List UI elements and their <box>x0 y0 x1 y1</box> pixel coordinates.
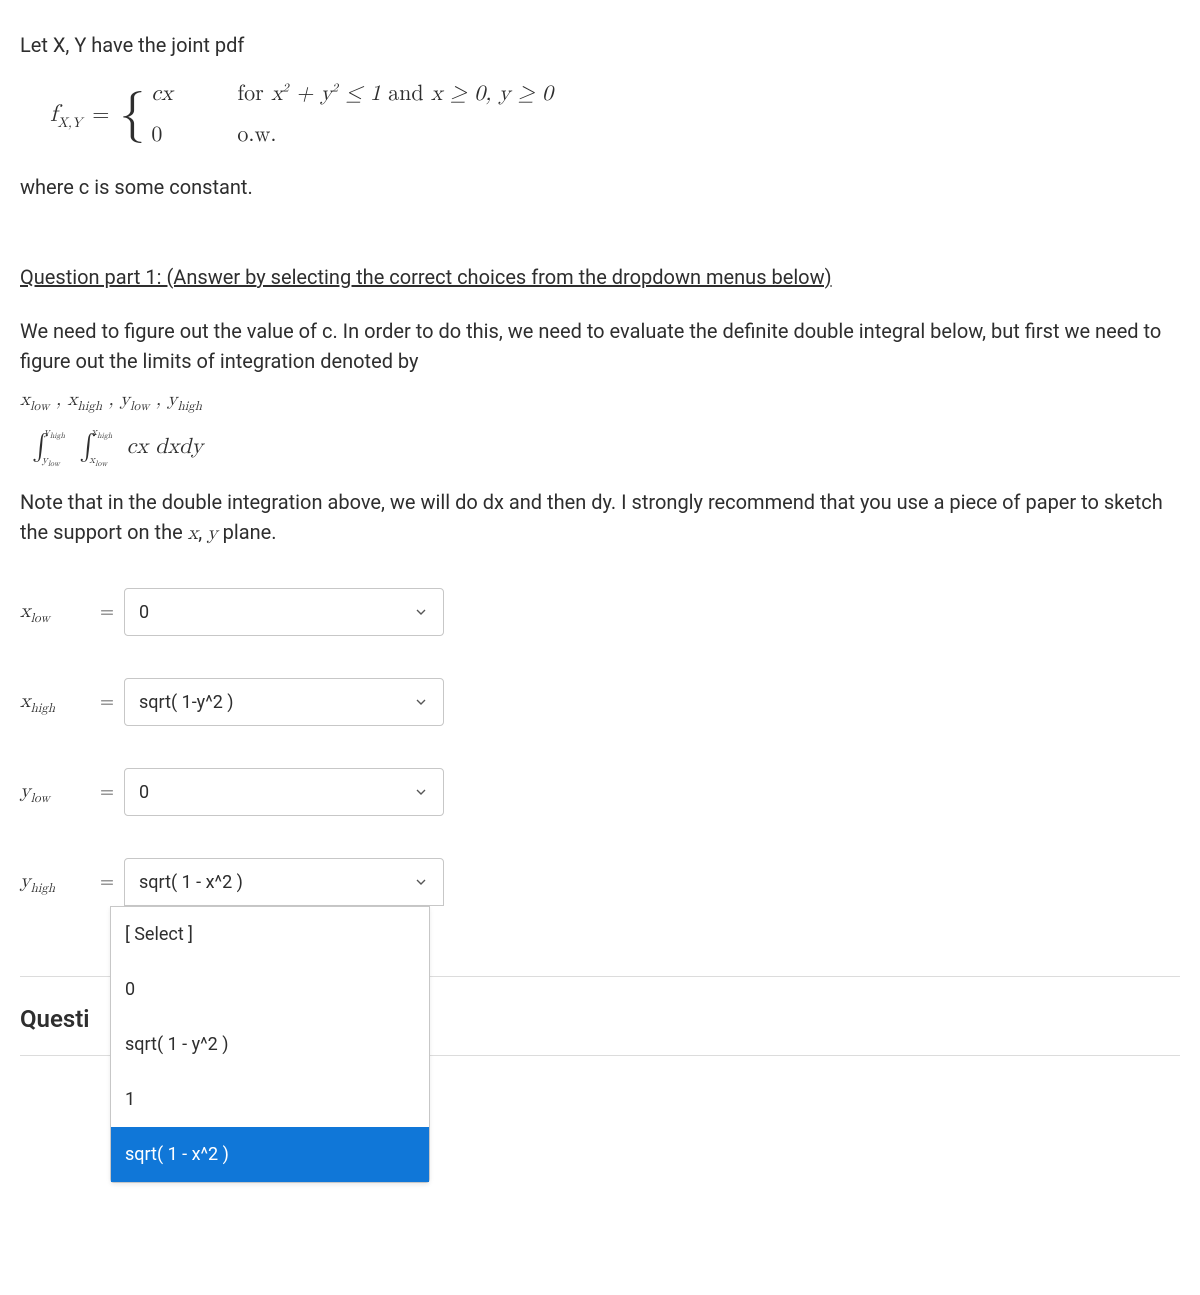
formula-lhs-sub: X,Y <box>57 116 82 130</box>
dropdown-option-1[interactable]: 1 <box>111 1072 429 1127</box>
chevron-down-icon <box>413 784 429 800</box>
integral-expression: ∫ yhigh ylow ∫ xhigh xlow cx dxdy <box>32 428 1180 467</box>
xlow-row: xlow = 0 <box>20 588 1180 636</box>
integration-vars: xlow , xhigh , ylow , yhigh <box>20 386 1180 416</box>
case2-left: 0 <box>151 119 207 152</box>
chevron-down-icon <box>413 874 429 890</box>
ylow-row: ylow = 0 <box>20 768 1180 816</box>
integrand: cx dxdy <box>127 431 203 464</box>
case2-right: o.w. <box>237 119 276 152</box>
dropdown-option-sqrt1y2[interactable]: sqrt( 1 - y^2 ) <box>111 1017 429 1072</box>
chevron-down-icon <box>413 694 429 710</box>
xhigh-dropdown-value: sqrt( 1-y^2 ) <box>139 689 234 716</box>
intro-text: Let X, Y have the joint pdf <box>20 30 1180 60</box>
dropdown-option-0[interactable]: 0 <box>111 962 429 1017</box>
yhigh-row: yhigh = sqrt( 1 - x^2 ) [ Select ] 0 sqr… <box>20 858 1180 906</box>
yhigh-dropdown-value: sqrt( 1 - x^2 ) <box>139 869 243 896</box>
case1-prefix: for <box>237 83 271 105</box>
xlow-dropdown-value: 0 <box>139 599 149 626</box>
xlow-dropdown[interactable]: 0 <box>124 588 444 636</box>
ylow-dropdown[interactable]: 0 <box>124 768 444 816</box>
xhigh-dropdown[interactable]: sqrt( 1-y^2 ) <box>124 678 444 726</box>
question-part-1-heading: Question part 1: (Answer by selecting th… <box>20 262 1180 292</box>
dropdown-option-placeholder[interactable]: [ Select ] <box>111 907 429 962</box>
note-paragraph: Note that in the double integration abov… <box>20 487 1180 548</box>
paragraph-1: We need to figure out the value of c. In… <box>20 316 1180 376</box>
yhigh-dropdown-list: [ Select ] 0 sqrt( 1 - y^2 ) 1 sqrt( 1 -… <box>110 906 430 1183</box>
yhigh-dropdown[interactable]: sqrt( 1 - x^2 ) <box>124 858 444 906</box>
xhigh-row: xhigh = sqrt( 1-y^2 ) <box>20 678 1180 726</box>
chevron-down-icon <box>413 604 429 620</box>
case1-left: cx <box>151 78 207 111</box>
where-text: where c is some constant. <box>20 172 1180 202</box>
dropdown-option-sqrt1x2[interactable]: sqrt( 1 - x^2 ) <box>111 1127 429 1182</box>
pdf-formula: fX,Y = { cx for x2 + y2 ≤ 1 and x ≥ 0, y… <box>50 78 1180 152</box>
ylow-dropdown-value: 0 <box>139 779 149 806</box>
